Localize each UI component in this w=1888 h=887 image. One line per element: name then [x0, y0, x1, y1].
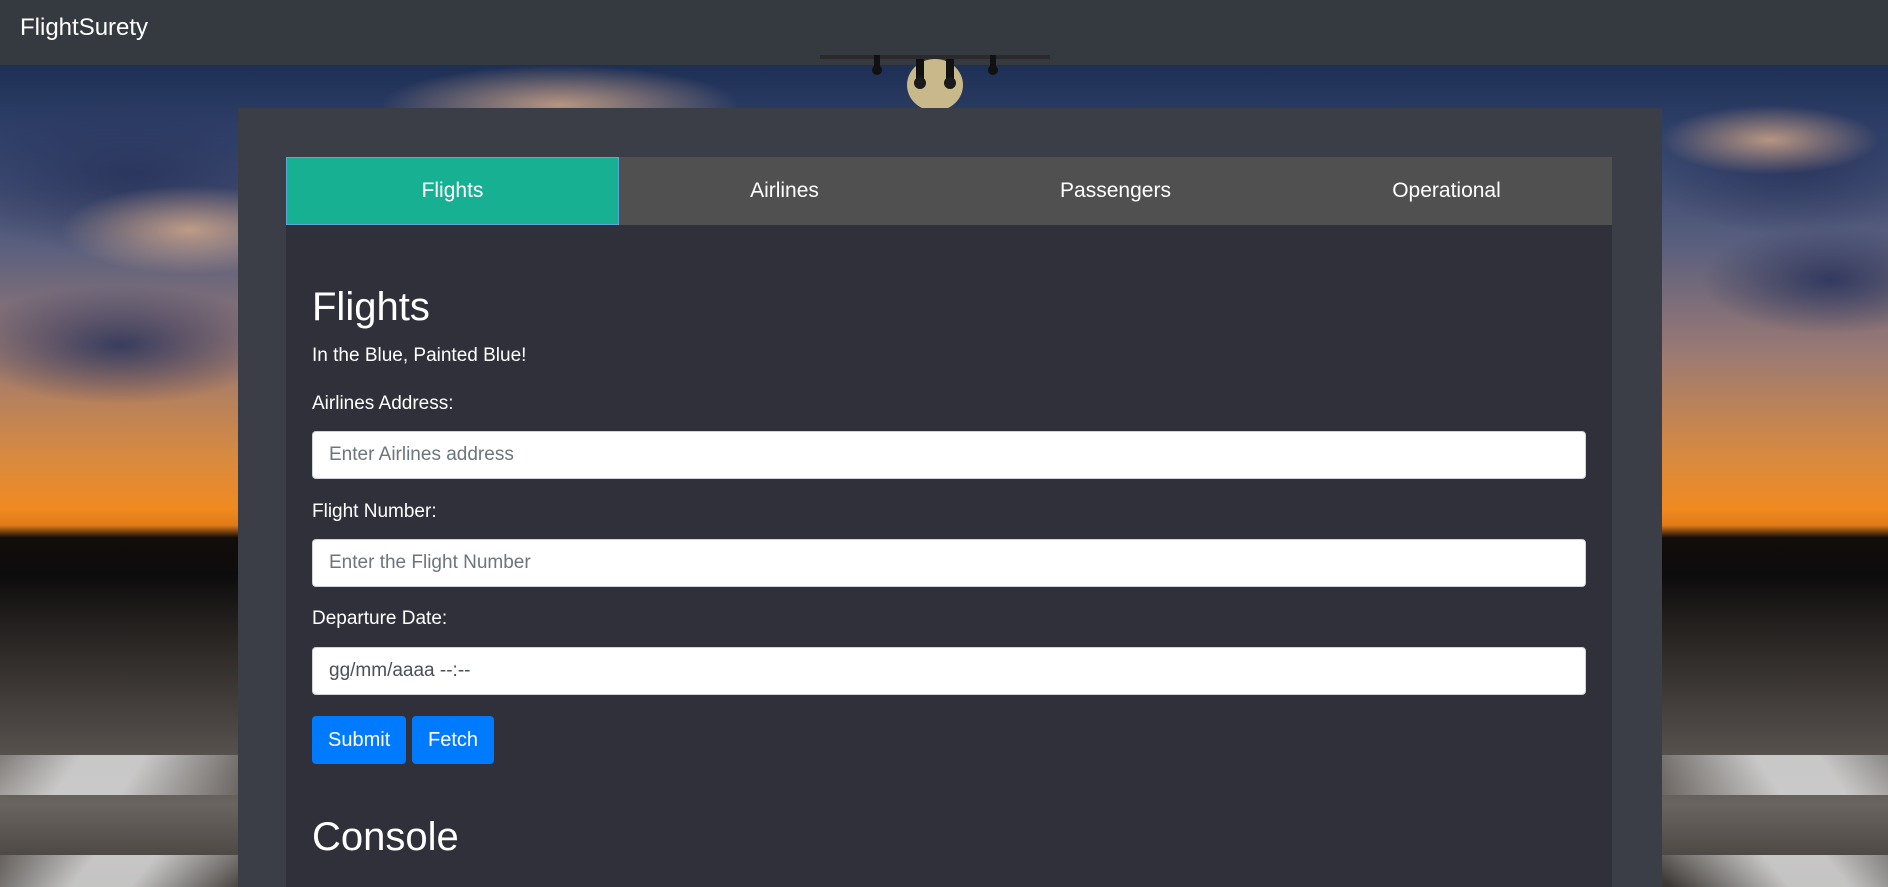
tab-flights[interactable]: Flights: [286, 157, 619, 225]
runway-marking: [1643, 855, 1888, 887]
tab-bar: Flights Airlines Passengers Operational: [286, 157, 1612, 225]
cloud-shape: [1700, 225, 1888, 335]
airplane-icon: [820, 55, 1050, 111]
tab-passengers[interactable]: Passengers: [950, 157, 1281, 225]
page-subtitle: In the Blue, Painted Blue!: [312, 345, 527, 366]
brand-logo-text[interactable]: FlightSurety: [20, 14, 148, 42]
flights-tab-content: Flights In the Blue, Painted Blue! Airli…: [286, 225, 1612, 887]
runway-marking: [1625, 755, 1888, 795]
fetch-button[interactable]: Fetch: [412, 716, 495, 764]
departure-date-value: gg/mm/aaaa --:--: [329, 660, 471, 681]
runway-marking: [0, 755, 275, 795]
departure-date-label: Departure Date:: [312, 608, 448, 629]
cloud-shape: [1660, 105, 1880, 175]
submit-button[interactable]: Submit: [312, 716, 407, 764]
console-title: Console: [312, 815, 459, 859]
airline-address-input[interactable]: [312, 431, 1586, 479]
flight-number-input[interactable]: [312, 539, 1586, 587]
tab-airlines[interactable]: Airlines: [619, 157, 950, 225]
runway-marking: [0, 855, 277, 887]
tab-operational[interactable]: Operational: [1281, 157, 1612, 225]
flight-number-label: Flight Number:: [312, 501, 437, 522]
departure-date-input[interactable]: gg/mm/aaaa --:--: [312, 647, 1586, 695]
page-title: Flights: [312, 285, 430, 329]
main-panel: Flights Airlines Passengers Operational …: [238, 108, 1662, 887]
airline-address-label: Airlines Address:: [312, 393, 454, 414]
